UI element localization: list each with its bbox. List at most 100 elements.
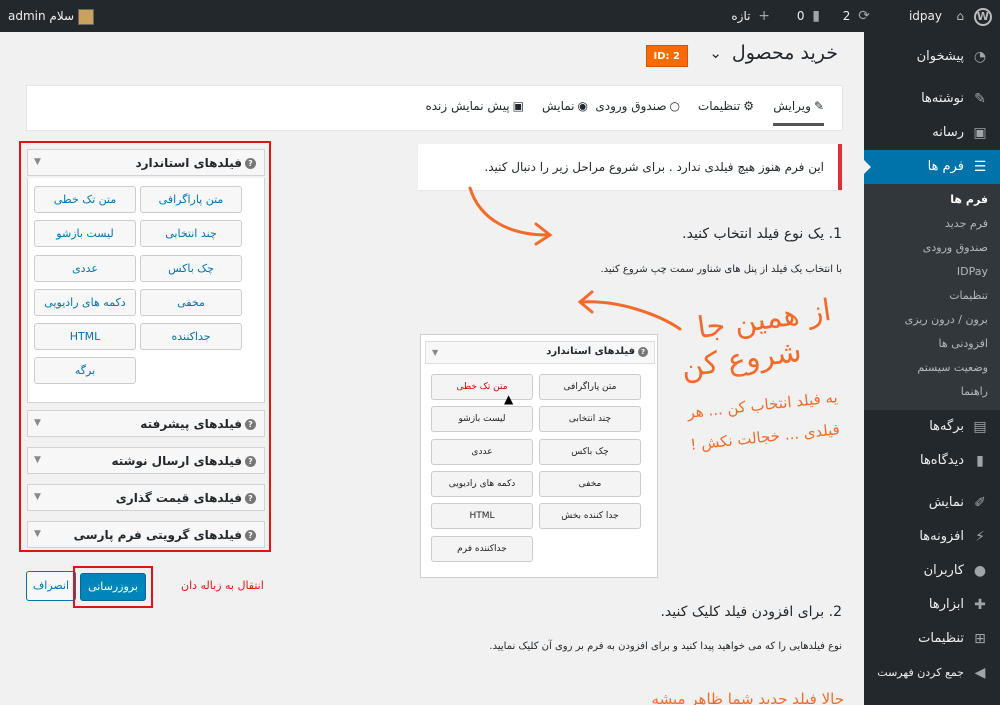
comment-icon: ▮ <box>976 453 984 469</box>
submenu-import-export[interactable]: برون / درون ریزی <box>864 308 1000 332</box>
field-button-single-line[interactable]: متن تک خطی <box>34 186 136 213</box>
help-icon[interactable]: ? <box>245 419 256 430</box>
accordion-advanced-fields[interactable]: ?فیلدهای پیشرفته ▼ <box>27 410 265 437</box>
admin-sidebar-menu: ◔ پیشخوان ✎ نوشته‌ها ▣ رسانه ☰ فرم ها فر… <box>864 32 1000 705</box>
pages-icon: ▤ <box>973 419 987 435</box>
help-icon[interactable]: ? <box>245 493 256 504</box>
user-icon: ● <box>973 563 987 579</box>
step1-title: 1. یک نوع فیلد انتخاب کنید. <box>682 226 842 242</box>
home-icon[interactable]: ⌂ <box>944 0 964 32</box>
update-button-highlight: بروزرسانی <box>73 566 153 608</box>
new-content-link[interactable]: + تازه <box>731 0 770 32</box>
field-button-dropdown[interactable]: لیست بازشو <box>34 220 136 247</box>
caret-down-icon: ▼ <box>34 418 41 428</box>
tab-display[interactable]: ◉نمایش <box>542 99 588 113</box>
caret-down-icon: ▼ <box>432 348 439 357</box>
gears-icon: ⚙ <box>743 99 754 113</box>
step2-title: 2. برای افزودن فیلد کلیک کنید. <box>660 604 842 620</box>
comments-count: 0 <box>796 9 805 23</box>
field-button-hidden[interactable]: مخفی <box>140 289 242 316</box>
avatar <box>77 8 94 25</box>
wordpress-logo-icon[interactable]: W <box>972 0 992 32</box>
media-icon: ▣ <box>973 125 987 141</box>
menu-item-tools[interactable]: ✚ ابزارها <box>864 588 1000 622</box>
illus-button: چند انتخابی <box>539 406 641 432</box>
updates-link[interactable]: ⟳ 2 <box>843 0 870 32</box>
submenu-system-status[interactable]: وضعیت سیستم <box>864 356 1000 380</box>
edit-icon: ✎ <box>813 99 824 113</box>
menu-item-media[interactable]: ▣ رسانه <box>864 116 1000 150</box>
fields-panel: ?فیلدهای استاندارد ▼ متن پاراگرافی متن ت… <box>19 141 271 552</box>
field-button-multi-choice[interactable]: چند انتخابی <box>140 220 242 247</box>
field-button-separator[interactable]: جداکننده <box>140 323 242 350</box>
tab-inbox[interactable]: ○صندوق ورودی <box>595 99 680 113</box>
submenu-settings[interactable]: تنظیمات <box>864 284 1000 308</box>
site-name-link[interactable]: idpay <box>909 0 942 32</box>
field-button-radio[interactable]: دکمه های رادیویی <box>34 289 136 316</box>
menu-item-users[interactable]: ● کاربران <box>864 554 1000 588</box>
chevron-down-icon[interactable]: ⌄ <box>709 44 722 62</box>
example-fields-illustration: ?فیلدهای استاندارد ▼ متن پاراگرافی متن ت… <box>420 334 658 578</box>
new-label: تازه <box>731 9 751 23</box>
dashboard-icon: ◔ <box>973 49 987 65</box>
settings-icon: ⊞ <box>974 631 986 647</box>
annotation-new-field-appears: حالا فیلد جدید شما ظاهر میشه <box>651 690 844 705</box>
pin-icon: ✎ <box>974 91 986 107</box>
help-icon[interactable]: ? <box>245 456 256 467</box>
submenu-forms[interactable]: فرم ها <box>864 188 1000 212</box>
menu-item-forms[interactable]: ☰ فرم ها <box>864 150 1000 184</box>
admin-bar: W ⌂ idpay ⟳ 2 ▮ 0 + تازه سلام admin <box>0 0 1000 32</box>
comment-bubble-icon: ▮ <box>812 8 820 24</box>
plugin-icon: ⚡ <box>975 529 985 545</box>
menu-item-posts[interactable]: ✎ نوشته‌ها <box>864 82 1000 116</box>
tab-edit[interactable]: ✎ویرایش <box>773 99 824 126</box>
help-icon[interactable]: ? <box>245 530 256 541</box>
plus-icon: + <box>758 8 770 24</box>
illus-button: دکمه های رادیویی <box>431 471 533 497</box>
submenu-new-form[interactable]: فرم جدید <box>864 212 1000 236</box>
eye-icon: ◉ <box>577 99 588 113</box>
tab-settings[interactable]: ⚙تنظیمات <box>698 99 754 113</box>
field-button-checkbox[interactable]: چک باکس <box>140 255 242 282</box>
form-id-badge: ID: 2 <box>645 45 688 67</box>
menu-item-appearance[interactable]: ✐ نمایش <box>864 486 1000 520</box>
submenu-idpay[interactable]: IDPay <box>864 260 1000 284</box>
accordion-persian-fields[interactable]: ?فیلدهای گرویتی فرم پارسی ▼ <box>27 521 265 548</box>
comment-icon: ○ <box>669 99 680 113</box>
submenu-addons[interactable]: افزودنی ها <box>864 332 1000 356</box>
accordion-standard-fields[interactable]: ?فیلدهای استاندارد ▼ <box>27 149 265 176</box>
update-button[interactable]: بروزرسانی <box>80 573 146 601</box>
accordion-pricing-fields[interactable]: ?فیلدهای قیمت گذاری ▼ <box>27 484 265 511</box>
menu-item-settings[interactable]: ⊞ تنظیمات <box>864 622 1000 656</box>
menu-item-comments[interactable]: ▮ دیدگاه‌ها <box>864 444 1000 478</box>
cancel-button[interactable]: انصراف <box>26 571 76 601</box>
field-button-paragraph[interactable]: متن پاراگرافی <box>140 186 242 213</box>
tab-live-preview[interactable]: ▣پیش نمایش زنده <box>425 99 524 113</box>
user-greeting: سلام admin <box>8 9 75 23</box>
help-icon[interactable]: ? <box>245 158 256 169</box>
menu-item-plugins[interactable]: ⚡ افزونه‌ها <box>864 520 1000 554</box>
caret-down-icon: ▼ <box>34 492 41 502</box>
menu-collapse[interactable]: ◀ جمع کردن فهرست <box>864 656 1000 690</box>
updates-icon: ⟳ <box>858 8 870 24</box>
wrench-icon: ✚ <box>974 597 986 613</box>
step2-description: نوع فیلدهایی را که می خواهید پیدا کنید و… <box>489 641 842 652</box>
comments-link[interactable]: ▮ 0 <box>797 0 820 32</box>
user-account-link[interactable]: سلام admin <box>8 0 99 32</box>
menu-item-pages[interactable]: ▤ برگه‌ها <box>864 410 1000 444</box>
submenu-inbox[interactable]: صندوق ورودی <box>864 236 1000 260</box>
menu-item-dashboard[interactable]: ◔ پیشخوان <box>864 40 1000 74</box>
field-button-number[interactable]: عددی <box>34 255 136 282</box>
caret-down-icon: ▼ <box>34 455 41 465</box>
updates-count: 2 <box>842 9 851 23</box>
submenu-help[interactable]: راهنما <box>864 380 1000 404</box>
annotation-arrow-right <box>468 186 553 246</box>
form-tabs: ✎ویرایش ⚙تنظیمات ○صندوق ورودی ◉نمایش ▣پی… <box>26 85 843 131</box>
field-button-html[interactable]: HTML <box>34 323 136 350</box>
step1-description: با انتخاب یک فیلد از پنل های شناور سمت چ… <box>600 264 842 275</box>
accordion-post-fields[interactable]: ?فیلدهای ارسال نوشته ▼ <box>27 447 265 474</box>
field-button-page[interactable]: برگه <box>34 357 136 384</box>
forms-icon: ☰ <box>973 159 987 175</box>
illus-button: مخفی <box>539 471 641 497</box>
move-to-trash-link[interactable]: انتقال به زباله دان <box>181 579 264 592</box>
